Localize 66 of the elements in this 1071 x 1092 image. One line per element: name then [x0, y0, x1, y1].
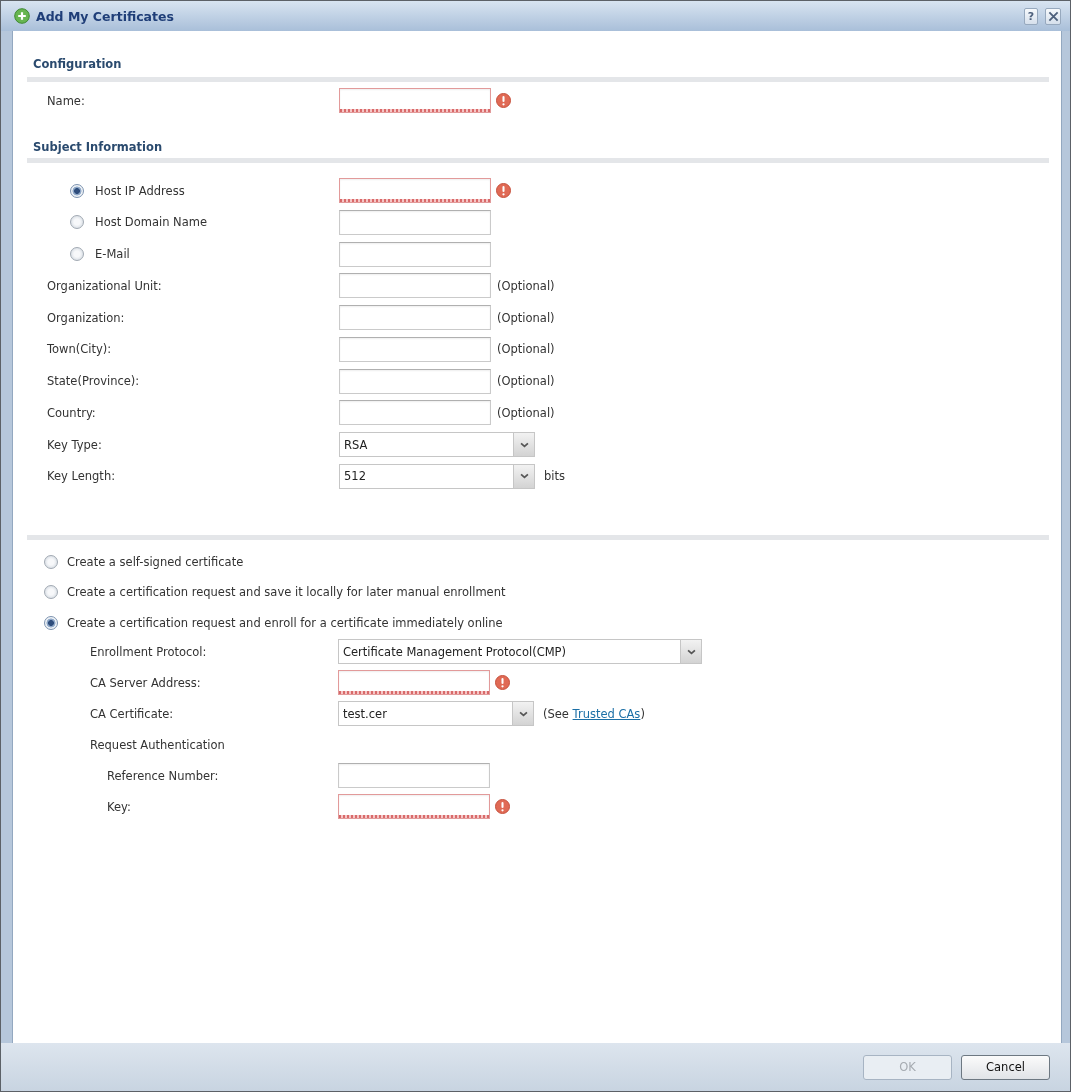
- field-label: Key:: [107, 799, 132, 814]
- option-label: Host Domain Name: [95, 215, 209, 230]
- field-hint: (Optional): [497, 405, 555, 420]
- field-hint: (See Trusted CAs): [543, 706, 645, 721]
- input-field[interactable]: [339, 368, 491, 394]
- field-label: State(Province):: [47, 374, 141, 388]
- input-field[interactable]: [338, 670, 490, 696]
- dropdown[interactable]: 512: [339, 463, 535, 489]
- radio-button[interactable]: [44, 554, 58, 569]
- option-label: Host IP Address: [95, 183, 186, 198]
- field-hint: (Optional): [497, 342, 555, 357]
- input-field[interactable]: [339, 400, 491, 426]
- field-label: Key Type:: [47, 437, 103, 452]
- input-field[interactable]: [339, 88, 491, 113]
- field-label: Country:: [47, 405, 97, 420]
- field-label: CA Certificate:: [90, 706, 175, 721]
- dropdown[interactable]: RSA: [339, 432, 535, 457]
- plus-icon: [14, 8, 30, 24]
- dialog-button[interactable]: Cancel: [961, 1054, 1050, 1080]
- caret-icon: [513, 464, 534, 488]
- input-field[interactable]: [339, 209, 491, 235]
- help-button[interactable]: ?: [1024, 7, 1038, 25]
- section-heading: Subject Information: [33, 139, 164, 155]
- error-icon: [495, 799, 510, 815]
- option-label: Create a certification request and save it locally for later manual enrollment: [67, 585, 506, 600]
- error-icon: [495, 675, 510, 691]
- caret-icon: [680, 640, 701, 664]
- dropdown[interactable]: Certificate Management Protocol(CMP): [338, 639, 702, 665]
- input-field[interactable]: [339, 273, 491, 299]
- radio-button[interactable]: [70, 183, 84, 198]
- field-label: Reference Number:: [107, 768, 220, 783]
- radio-button[interactable]: [44, 585, 58, 600]
- option-label: Create a certification request and enroll for a certificate immediately online: [67, 615, 503, 630]
- field-hint: (Optional): [497, 278, 555, 293]
- caret-icon: [512, 702, 533, 726]
- close-button[interactable]: [1045, 7, 1061, 25]
- trusted-cas-link[interactable]: Trusted CAs: [572, 706, 641, 721]
- option-label: Create a self-signed certificate: [67, 554, 244, 569]
- dropdown[interactable]: test.cer: [338, 701, 534, 727]
- option-label: E-Mail: [95, 247, 131, 261]
- field-label: Name:: [47, 93, 86, 108]
- radio-button[interactable]: [44, 615, 58, 630]
- close-icon: [1047, 10, 1059, 22]
- caret-icon: [513, 433, 534, 456]
- field-hint: (Optional): [497, 310, 555, 325]
- field-label: Key Length:: [47, 469, 117, 484]
- field-label: Organizational Unit:: [47, 278, 163, 293]
- field-label: Organization:: [47, 310, 126, 325]
- window-title: Add My Certificates: [36, 8, 175, 24]
- field-label: CA Server Address:: [90, 675, 202, 690]
- input-field[interactable]: [339, 336, 491, 362]
- input-field[interactable]: [339, 178, 491, 203]
- input-field[interactable]: [339, 241, 491, 267]
- field-label: Town(City):: [47, 342, 113, 357]
- error-icon: [496, 183, 511, 198]
- field-hint: (Optional): [497, 374, 555, 388]
- section-heading: Configuration: [33, 56, 123, 72]
- radio-button[interactable]: [70, 215, 84, 230]
- subsection-heading: Request Authentication: [90, 737, 226, 752]
- input-field[interactable]: [338, 763, 490, 789]
- field-hint: bits: [544, 469, 565, 484]
- input-field[interactable]: [339, 305, 491, 330]
- radio-button[interactable]: [70, 247, 84, 261]
- field-label: Enrollment Protocol:: [90, 644, 208, 659]
- error-icon: [496, 93, 511, 108]
- input-field[interactable]: [338, 794, 490, 820]
